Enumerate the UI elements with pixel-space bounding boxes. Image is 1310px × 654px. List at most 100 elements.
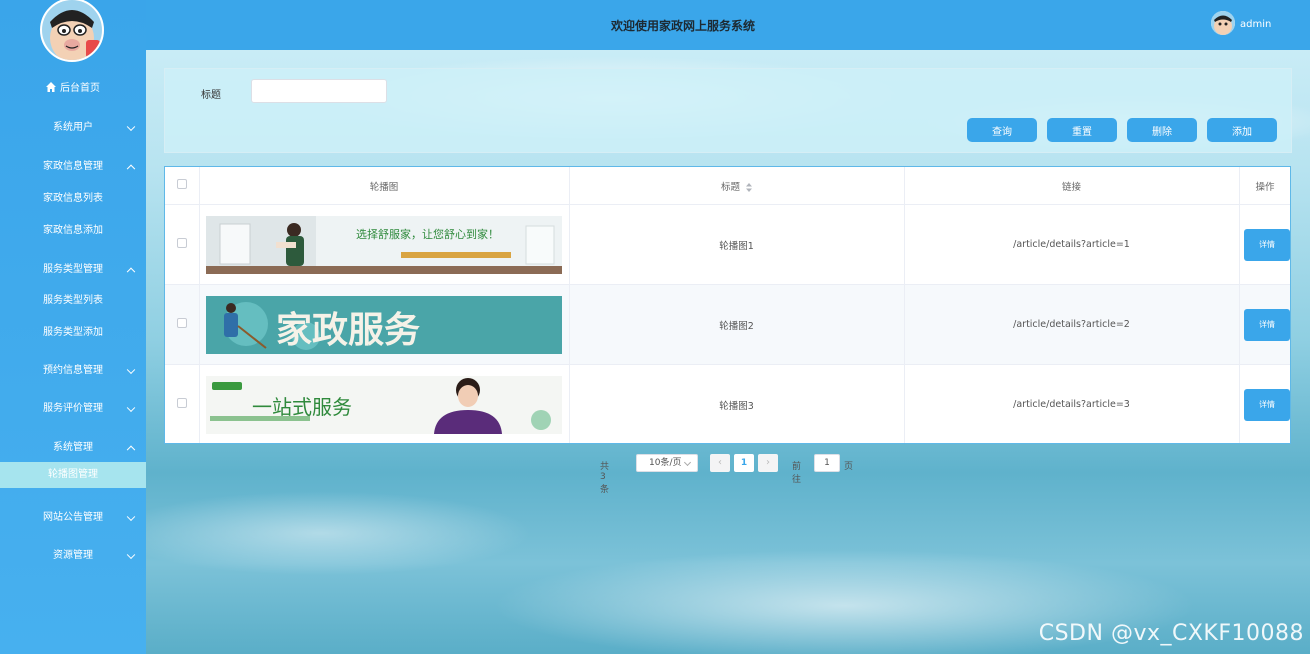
sidebar-item-label: 服务类型添加: [43, 327, 103, 338]
sidebar-item-9[interactable]: 服务评价管理: [0, 391, 146, 427]
row-checkbox[interactable]: [176, 318, 187, 328]
search-label: 标题: [201, 90, 221, 101]
chevron-up-icon: [126, 164, 136, 174]
banner-cell: 一站式服务: [199, 364, 570, 443]
pagination-total: 共 3 条: [600, 462, 610, 495]
sidebar-item-12[interactable]: 网站公告管理: [0, 500, 146, 536]
banner-cell: 选择舒服家，让您舒心到家！: [199, 204, 570, 285]
banner-image-housekeeping-service: 家政服务: [206, 295, 562, 354]
page-title: 欢迎使用家政网上服务系统: [610, 19, 755, 33]
user-avatar-icon: [1211, 11, 1235, 35]
banner-cell: 家政服务: [199, 284, 570, 365]
goto-label: 前往: [792, 462, 802, 485]
sidebar-item-13[interactable]: 资源管理: [0, 538, 146, 574]
avatar: [40, 0, 104, 62]
sidebar-item-label: 后台首页: [60, 83, 100, 94]
chevron-down-icon: [683, 458, 692, 467]
page-size-select[interactable]: 10条/页: [636, 454, 698, 472]
detail-button[interactable]: 详情: [1244, 228, 1290, 261]
banner-text: 一站式服务: [252, 395, 352, 419]
sidebar-item-label: 轮播图管理: [48, 469, 98, 480]
sidebar-item-label: 家政信息列表: [43, 193, 103, 204]
sidebar-item-4[interactable]: 家政信息添加: [0, 216, 146, 246]
sidebar-item-2[interactable]: 家政信息管理: [0, 149, 146, 185]
column-header-title[interactable]: 标题: [569, 167, 905, 205]
chevron-down-icon: [126, 365, 136, 375]
table-row: 选择舒服家，让您舒心到家！ 轮播图1 /article/details?arti…: [165, 204, 1290, 285]
user-avatar[interactable]: [1211, 11, 1235, 35]
main-content: 标题 查询 重置 删除 添加 轮播图 标题 链接 操作 选择舒服家，让您舒心到家…: [146, 50, 1310, 654]
next-page-button[interactable]: ›: [758, 454, 778, 472]
title-cell: 轮播图1: [569, 204, 905, 285]
select-all-cell: [165, 167, 200, 205]
current-page-number[interactable]: 1: [734, 454, 754, 472]
sidebar-item-10[interactable]: 系统管理: [0, 430, 146, 466]
reset-button[interactable]: 重置: [1047, 118, 1117, 142]
banner-image-one-stop-service: 一站式服务: [206, 375, 562, 434]
link-cell: /article/details?article=1: [904, 204, 1240, 285]
chevron-down-icon: [126, 403, 136, 413]
sidebar: 后台首页系统用户家政信息管理 家政信息列表 家政信息添加服务类型管理服务类型列表 服务…: [0, 0, 146, 654]
table-row: 家政服务 轮播图2 /article/details?article=2 详情: [165, 284, 1290, 365]
sidebar-item-3[interactable]: 家政信息列表: [0, 184, 146, 214]
sidebar-item-6[interactable]: 服务类型列表: [0, 286, 146, 316]
chevron-up-icon: [126, 445, 136, 455]
table-header-row: 轮播图 标题 链接 操作: [165, 167, 1290, 205]
column-header-link: 链接: [904, 167, 1240, 205]
watermark: CSDN @vx_CXKF10088: [1038, 621, 1304, 646]
link-cell: /article/details?article=2: [904, 284, 1240, 365]
add-button[interactable]: 添加: [1207, 118, 1277, 142]
title-cell: 轮播图3: [569, 364, 905, 443]
sidebar-item-label: 预约信息管理: [43, 365, 103, 376]
sidebar-item-label: 家政信息管理: [43, 161, 103, 172]
home-icon: [46, 82, 56, 92]
sidebar-item-1[interactable]: 系统用户: [0, 110, 146, 146]
banner-image-housekeeping: 选择舒服家，让您舒心到家！: [206, 215, 562, 274]
action-cell: 详情: [1239, 204, 1290, 285]
sidebar-item-7[interactable]: 服务类型添加: [0, 318, 146, 348]
chevron-down-icon: [126, 550, 136, 560]
sidebar-item-11[interactable]: 轮播图管理: [0, 462, 146, 488]
search-panel: 标题 查询 重置 删除 添加: [164, 68, 1292, 153]
column-header-image: 轮播图: [199, 167, 570, 205]
detail-button[interactable]: 详情: [1244, 308, 1290, 341]
banner-text: 选择舒服家，让您舒心到家！: [356, 227, 499, 241]
top-header: 欢迎使用家政网上服务系统 admin: [146, 0, 1310, 50]
chevron-up-icon: [126, 267, 136, 277]
sidebar-item-5[interactable]: 服务类型管理: [0, 252, 146, 288]
sort-icon[interactable]: [746, 182, 753, 192]
page-size-value: 10条/页: [649, 458, 682, 468]
action-cell: 详情: [1239, 284, 1290, 365]
chevron-down-icon: [126, 122, 136, 132]
sidebar-item-label: 网站公告管理: [43, 512, 103, 523]
sidebar-item-label: 资源管理: [53, 550, 93, 561]
query-button[interactable]: 查询: [967, 118, 1037, 142]
select-all-checkbox[interactable]: [176, 179, 187, 189]
detail-button[interactable]: 详情: [1244, 388, 1290, 421]
sidebar-item-8[interactable]: 预约信息管理: [0, 353, 146, 389]
goto-unit: 页: [844, 462, 854, 472]
goto-page-input[interactable]: 1: [814, 454, 840, 472]
sidebar-item-label: 系统用户: [53, 122, 93, 133]
sidebar-item-0[interactable]: 后台首页: [0, 74, 146, 104]
banner-text: 家政服务: [276, 310, 420, 351]
row-checkbox[interactable]: [176, 398, 187, 408]
table-row: 一站式服务 轮播图3 /article/details?article=3 详情: [165, 364, 1290, 443]
prev-page-button[interactable]: ‹: [710, 454, 730, 472]
title-search-input[interactable]: [251, 79, 387, 103]
column-header-title-label: 标题: [720, 181, 740, 193]
delete-button[interactable]: 删除: [1127, 118, 1197, 142]
cartoon-avatar-icon: [42, 0, 102, 60]
action-cell: 详情: [1239, 364, 1290, 443]
carousel-table: 轮播图 标题 链接 操作 选择舒服家，让您舒心到家！ 轮播图1 /article…: [164, 166, 1291, 444]
row-checkbox[interactable]: [176, 238, 187, 248]
chevron-down-icon: [126, 512, 136, 522]
user-name[interactable]: admin: [1240, 19, 1271, 30]
column-header-action: 操作: [1239, 167, 1290, 205]
link-cell: /article/details?article=3: [904, 364, 1240, 443]
sidebar-item-label: 服务评价管理: [43, 403, 103, 414]
sidebar-item-label: 系统管理: [53, 442, 93, 453]
title-cell: 轮播图2: [569, 284, 905, 365]
sidebar-item-label: 服务类型列表: [43, 295, 103, 306]
sidebar-item-label: 家政信息添加: [43, 225, 103, 236]
